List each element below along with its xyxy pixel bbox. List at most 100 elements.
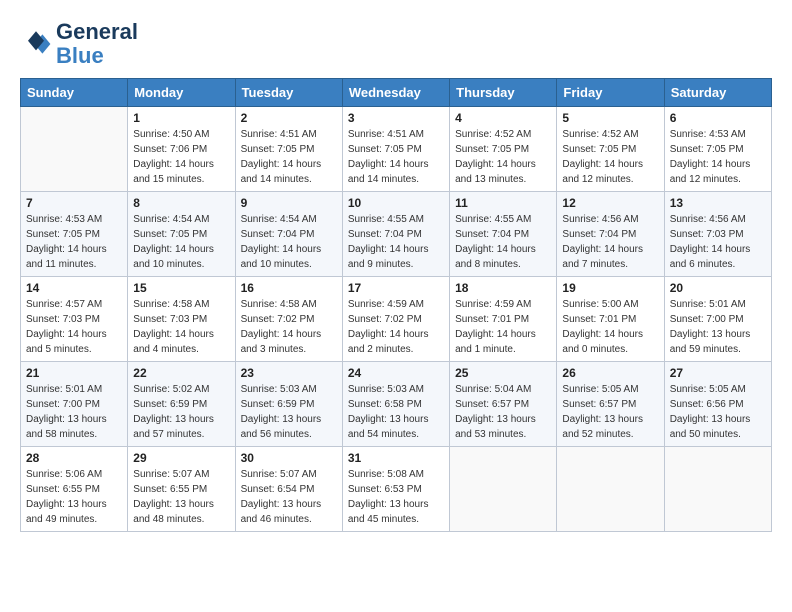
calendar-cell: 18 Sunrise: 4:59 AMSunset: 7:01 PMDaylig… — [450, 277, 557, 362]
day-number: 12 — [562, 196, 658, 210]
day-info: Sunrise: 4:52 AMSunset: 7:05 PMDaylight:… — [562, 127, 658, 187]
calendar-cell: 16 Sunrise: 4:58 AMSunset: 7:02 PMDaylig… — [235, 277, 342, 362]
day-number: 8 — [133, 196, 229, 210]
page-header: General Blue — [20, 20, 772, 68]
day-info: Sunrise: 5:04 AMSunset: 6:57 PMDaylight:… — [455, 382, 551, 442]
day-info: Sunrise: 4:59 AMSunset: 7:01 PMDaylight:… — [455, 297, 551, 357]
day-info: Sunrise: 5:07 AMSunset: 6:54 PMDaylight:… — [241, 467, 337, 527]
calendar-cell: 20 Sunrise: 5:01 AMSunset: 7:00 PMDaylig… — [664, 277, 771, 362]
calendar-cell: 26 Sunrise: 5:05 AMSunset: 6:57 PMDaylig… — [557, 362, 664, 447]
weekday-header: Tuesday — [235, 79, 342, 107]
logo: General Blue — [20, 20, 138, 68]
day-number: 16 — [241, 281, 337, 295]
day-info: Sunrise: 4:58 AMSunset: 7:03 PMDaylight:… — [133, 297, 229, 357]
day-info: Sunrise: 4:52 AMSunset: 7:05 PMDaylight:… — [455, 127, 551, 187]
calendar-cell: 8 Sunrise: 4:54 AMSunset: 7:05 PMDayligh… — [128, 192, 235, 277]
calendar-cell: 29 Sunrise: 5:07 AMSunset: 6:55 PMDaylig… — [128, 447, 235, 532]
day-info: Sunrise: 4:56 AMSunset: 7:04 PMDaylight:… — [562, 212, 658, 272]
day-number: 29 — [133, 451, 229, 465]
calendar-cell: 12 Sunrise: 4:56 AMSunset: 7:04 PMDaylig… — [557, 192, 664, 277]
day-number: 19 — [562, 281, 658, 295]
day-info: Sunrise: 4:58 AMSunset: 7:02 PMDaylight:… — [241, 297, 337, 357]
day-info: Sunrise: 4:54 AMSunset: 7:05 PMDaylight:… — [133, 212, 229, 272]
day-number: 25 — [455, 366, 551, 380]
day-number: 21 — [26, 366, 122, 380]
calendar-cell: 19 Sunrise: 5:00 AMSunset: 7:01 PMDaylig… — [557, 277, 664, 362]
calendar-cell: 5 Sunrise: 4:52 AMSunset: 7:05 PMDayligh… — [557, 107, 664, 192]
day-info: Sunrise: 4:54 AMSunset: 7:04 PMDaylight:… — [241, 212, 337, 272]
calendar-cell: 25 Sunrise: 5:04 AMSunset: 6:57 PMDaylig… — [450, 362, 557, 447]
day-number: 3 — [348, 111, 444, 125]
day-number: 24 — [348, 366, 444, 380]
day-number: 23 — [241, 366, 337, 380]
calendar-cell: 4 Sunrise: 4:52 AMSunset: 7:05 PMDayligh… — [450, 107, 557, 192]
calendar-cell: 10 Sunrise: 4:55 AMSunset: 7:04 PMDaylig… — [342, 192, 449, 277]
day-number: 15 — [133, 281, 229, 295]
day-info: Sunrise: 4:55 AMSunset: 7:04 PMDaylight:… — [455, 212, 551, 272]
calendar-cell: 22 Sunrise: 5:02 AMSunset: 6:59 PMDaylig… — [128, 362, 235, 447]
calendar-cell: 6 Sunrise: 4:53 AMSunset: 7:05 PMDayligh… — [664, 107, 771, 192]
calendar-cell: 3 Sunrise: 4:51 AMSunset: 7:05 PMDayligh… — [342, 107, 449, 192]
day-info: Sunrise: 4:51 AMSunset: 7:05 PMDaylight:… — [241, 127, 337, 187]
calendar-cell: 15 Sunrise: 4:58 AMSunset: 7:03 PMDaylig… — [128, 277, 235, 362]
day-number: 11 — [455, 196, 551, 210]
calendar-cell: 14 Sunrise: 4:57 AMSunset: 7:03 PMDaylig… — [21, 277, 128, 362]
calendar-cell: 23 Sunrise: 5:03 AMSunset: 6:59 PMDaylig… — [235, 362, 342, 447]
day-info: Sunrise: 5:01 AMSunset: 7:00 PMDaylight:… — [670, 297, 766, 357]
calendar-cell — [450, 447, 557, 532]
calendar-cell: 17 Sunrise: 4:59 AMSunset: 7:02 PMDaylig… — [342, 277, 449, 362]
day-info: Sunrise: 5:03 AMSunset: 6:59 PMDaylight:… — [241, 382, 337, 442]
logo-icon — [20, 28, 52, 60]
day-info: Sunrise: 5:05 AMSunset: 6:56 PMDaylight:… — [670, 382, 766, 442]
day-info: Sunrise: 4:53 AMSunset: 7:05 PMDaylight:… — [26, 212, 122, 272]
day-number: 28 — [26, 451, 122, 465]
day-number: 2 — [241, 111, 337, 125]
weekday-header: Friday — [557, 79, 664, 107]
day-number: 17 — [348, 281, 444, 295]
day-number: 31 — [348, 451, 444, 465]
weekday-header: Saturday — [664, 79, 771, 107]
calendar-cell: 2 Sunrise: 4:51 AMSunset: 7:05 PMDayligh… — [235, 107, 342, 192]
day-info: Sunrise: 4:50 AMSunset: 7:06 PMDaylight:… — [133, 127, 229, 187]
calendar-table: SundayMondayTuesdayWednesdayThursdayFrid… — [20, 78, 772, 532]
calendar-cell: 28 Sunrise: 5:06 AMSunset: 6:55 PMDaylig… — [21, 447, 128, 532]
day-info: Sunrise: 5:03 AMSunset: 6:58 PMDaylight:… — [348, 382, 444, 442]
day-number: 26 — [562, 366, 658, 380]
day-info: Sunrise: 5:06 AMSunset: 6:55 PMDaylight:… — [26, 467, 122, 527]
calendar-cell: 21 Sunrise: 5:01 AMSunset: 7:00 PMDaylig… — [21, 362, 128, 447]
day-info: Sunrise: 5:05 AMSunset: 6:57 PMDaylight:… — [562, 382, 658, 442]
calendar-cell: 27 Sunrise: 5:05 AMSunset: 6:56 PMDaylig… — [664, 362, 771, 447]
day-number: 4 — [455, 111, 551, 125]
day-info: Sunrise: 4:55 AMSunset: 7:04 PMDaylight:… — [348, 212, 444, 272]
day-info: Sunrise: 5:08 AMSunset: 6:53 PMDaylight:… — [348, 467, 444, 527]
day-info: Sunrise: 4:57 AMSunset: 7:03 PMDaylight:… — [26, 297, 122, 357]
day-number: 13 — [670, 196, 766, 210]
day-info: Sunrise: 4:53 AMSunset: 7:05 PMDaylight:… — [670, 127, 766, 187]
calendar-cell — [664, 447, 771, 532]
day-number: 9 — [241, 196, 337, 210]
calendar-cell: 24 Sunrise: 5:03 AMSunset: 6:58 PMDaylig… — [342, 362, 449, 447]
day-info: Sunrise: 5:07 AMSunset: 6:55 PMDaylight:… — [133, 467, 229, 527]
calendar-cell — [557, 447, 664, 532]
day-info: Sunrise: 5:01 AMSunset: 7:00 PMDaylight:… — [26, 382, 122, 442]
day-number: 22 — [133, 366, 229, 380]
calendar-cell: 30 Sunrise: 5:07 AMSunset: 6:54 PMDaylig… — [235, 447, 342, 532]
calendar-cell: 13 Sunrise: 4:56 AMSunset: 7:03 PMDaylig… — [664, 192, 771, 277]
weekday-header: Wednesday — [342, 79, 449, 107]
day-info: Sunrise: 4:56 AMSunset: 7:03 PMDaylight:… — [670, 212, 766, 272]
day-number: 6 — [670, 111, 766, 125]
day-number: 20 — [670, 281, 766, 295]
day-info: Sunrise: 5:02 AMSunset: 6:59 PMDaylight:… — [133, 382, 229, 442]
weekday-header: Monday — [128, 79, 235, 107]
calendar-cell — [21, 107, 128, 192]
day-number: 14 — [26, 281, 122, 295]
day-number: 27 — [670, 366, 766, 380]
calendar-cell: 1 Sunrise: 4:50 AMSunset: 7:06 PMDayligh… — [128, 107, 235, 192]
weekday-header: Thursday — [450, 79, 557, 107]
calendar-cell: 9 Sunrise: 4:54 AMSunset: 7:04 PMDayligh… — [235, 192, 342, 277]
calendar-cell: 7 Sunrise: 4:53 AMSunset: 7:05 PMDayligh… — [21, 192, 128, 277]
logo-text: General Blue — [56, 20, 138, 68]
day-number: 1 — [133, 111, 229, 125]
day-number: 7 — [26, 196, 122, 210]
calendar-header: SundayMondayTuesdayWednesdayThursdayFrid… — [21, 79, 772, 107]
